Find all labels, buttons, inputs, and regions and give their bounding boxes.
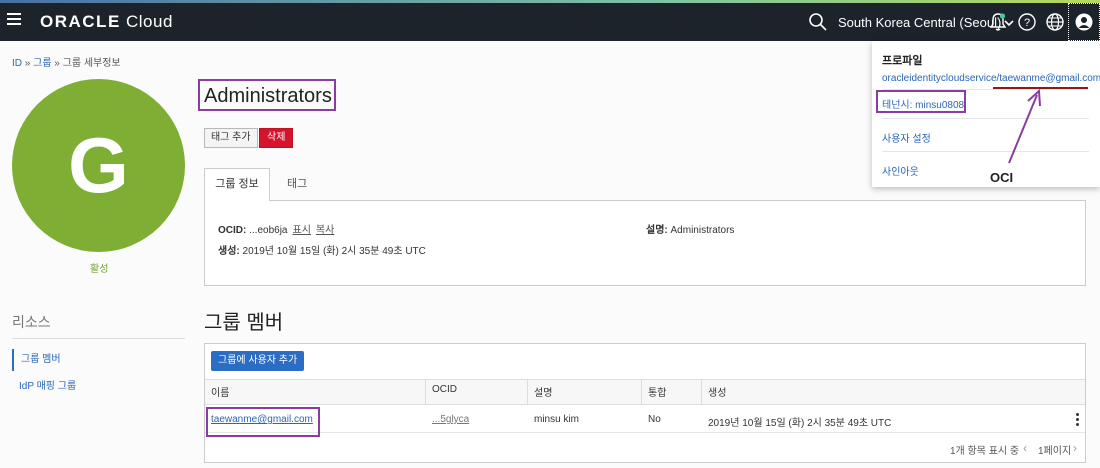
svg-text:?: ?: [1024, 17, 1030, 29]
add-user-to-group-button[interactable]: 그룹에 사용자 추가: [211, 351, 305, 371]
tab-tags[interactable]: 태그: [287, 175, 307, 191]
column-divider: [641, 379, 642, 405]
oracle-cloud-logo[interactable]: ORACLE Cloud: [40, 12, 173, 32]
delete-button[interactable]: 삭제: [259, 128, 294, 148]
breadcrumb-identity-link[interactable]: ID: [12, 58, 22, 69]
resource-item-idp-mapping-groups[interactable]: IdP 매핑 그룹: [19, 377, 76, 392]
description-label: 설명:: [646, 225, 668, 236]
breadcrumb-separator: »: [22, 58, 34, 69]
breadcrumb-groups-link[interactable]: 그룹: [33, 58, 51, 69]
ocid-value: ...eob6ja: [246, 225, 288, 236]
profile-button[interactable]: [1068, 3, 1100, 41]
tab-group-info[interactable]: 그룹 정보: [204, 168, 270, 201]
table-header-row: [205, 379, 1085, 405]
page-title: Administrators: [204, 85, 332, 107]
column-header-created[interactable]: 생성: [708, 384, 726, 399]
column-divider: [527, 379, 528, 405]
ocid-field: OCID: ...eob6ja 표시 복사: [218, 221, 334, 236]
sign-out-link[interactable]: 사인아웃: [882, 163, 919, 178]
logo-brand: ORACLE: [40, 12, 121, 31]
member-highlight-box: [206, 407, 320, 437]
menu-divider: [882, 151, 1089, 152]
description-value: Administrators: [667, 225, 735, 236]
breadcrumb-current: 그룹 세부정보: [62, 58, 121, 69]
ocid-label: OCID:: [218, 225, 247, 236]
profile-tenancy-link[interactable]: 테넌시: minsu0808: [882, 96, 964, 111]
breadcrumb-separator: »: [51, 58, 63, 69]
items-shown-count: 1개 항목 표시 중: [950, 446, 1020, 457]
member-description: minsu kim: [534, 414, 580, 425]
member-ocid[interactable]: ...5glyca: [432, 414, 469, 425]
row-actions-menu-icon[interactable]: [1076, 413, 1080, 428]
profile-menu-title: 프로파일: [882, 55, 923, 67]
add-tag-button[interactable]: 태그 추가: [204, 128, 258, 148]
logo-product: Cloud: [120, 12, 173, 31]
search-icon[interactable]: [808, 12, 828, 32]
user-settings-link[interactable]: 사용자 설정: [882, 130, 931, 145]
resources-divider: [12, 338, 185, 339]
annotation-label: OCI: [990, 170, 1014, 185]
current-page-label: 1페이지: [1038, 446, 1072, 457]
resources-title: 리소스: [12, 314, 51, 330]
group-members-heading: 그룹 멤버: [204, 312, 284, 334]
resource-item-group-members[interactable]: 그룹 멤버: [12, 349, 61, 371]
menu-divider: [882, 118, 1089, 119]
help-icon[interactable]: ?: [1017, 12, 1037, 32]
member-created: 2019년 10월 15일 (화) 2시 35분 49초 UTC: [708, 418, 892, 429]
created-field: 생성: 2019년 10월 15일 (화) 2시 35분 49초 UTC: [218, 242, 426, 257]
column-header-description[interactable]: 설명: [534, 384, 552, 399]
region-label: South Korea Central (Seoul): [838, 15, 1002, 30]
created-value: 2019년 10월 15일 (화) 2시 35분 49초 UTC: [239, 246, 426, 257]
language-globe-icon[interactable]: [1045, 12, 1065, 32]
column-divider: [425, 379, 426, 405]
table-row-divider: [205, 432, 1085, 433]
group-avatar: G: [12, 79, 185, 252]
column-header-ocid[interactable]: OCID: [432, 384, 457, 395]
created-label: 생성:: [218, 246, 240, 257]
annotation-arrow-icon: [1008, 88, 1041, 164]
menu-icon[interactable]: [7, 13, 21, 25]
notifications-icon[interactable]: [988, 12, 1008, 32]
previous-page-icon[interactable]: ‹: [1023, 441, 1027, 455]
top-navigation-bar: ORACLE Cloud South Korea Central (Seoul)…: [0, 3, 1100, 41]
next-page-icon[interactable]: ›: [1073, 441, 1077, 455]
show-ocid-link[interactable]: 표시: [293, 225, 311, 236]
member-federated: No: [648, 414, 661, 425]
copy-ocid-link[interactable]: 복사: [316, 225, 334, 236]
column-header-name[interactable]: 이름: [211, 384, 229, 399]
profile-user-link[interactable]: oracleidentitycloudservice/taewanme@gmai…: [882, 73, 1100, 84]
column-divider: [701, 379, 702, 405]
column-header-federated[interactable]: 통합: [648, 384, 666, 399]
group-status: 활성: [90, 264, 109, 275]
description-field: 설명: Administrators: [646, 221, 734, 236]
breadcrumb: ID » 그룹 » 그룹 세부정보: [12, 54, 121, 69]
user-profile-icon: [1075, 13, 1093, 31]
